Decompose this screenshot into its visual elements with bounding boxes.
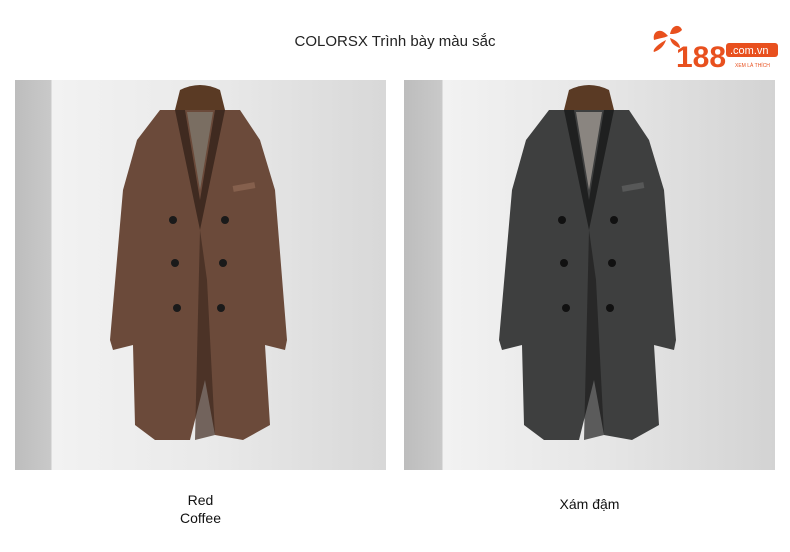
product-image-dark-grey: [404, 80, 775, 470]
caption-line: Xám đậm: [559, 496, 620, 512]
product-image-red-coffee: [15, 80, 386, 470]
brand-logo: 188 .com.vn XEM LÀ THÍCH: [653, 25, 778, 72]
caption-line: Coffee: [180, 510, 221, 526]
coat-illustration: [110, 85, 287, 440]
logo-domain: .com.vn: [730, 45, 769, 57]
logo-tagline: XEM LÀ THÍCH: [735, 62, 770, 69]
product-caption-red-coffee: Red Coffee: [15, 491, 386, 527]
hanger: [175, 85, 225, 110]
hanger: [564, 85, 614, 110]
coat-illustration: [499, 85, 676, 440]
caption-line: Red: [187, 492, 214, 508]
logo-number: 188: [676, 41, 726, 72]
product-caption-dark-grey: Xám đậm: [404, 495, 775, 513]
